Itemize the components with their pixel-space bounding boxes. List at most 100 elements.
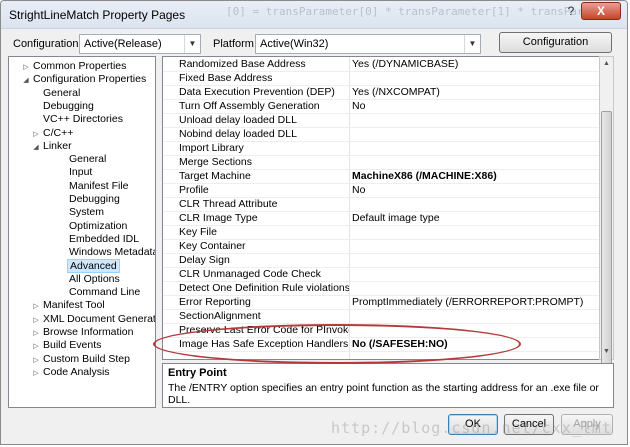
- tree-item-label: Linker: [43, 139, 72, 152]
- tree-item[interactable]: General: [31, 87, 82, 100]
- property-row[interactable]: CLR Unmanaged Code Check: [163, 268, 614, 282]
- property-name: Data Execution Prevention (DEP): [179, 86, 335, 98]
- property-row[interactable]: Image Has Safe Exception Handlers No (/SA…: [163, 338, 614, 352]
- tree-item[interactable]: ▷ Code Analysis: [31, 366, 112, 379]
- tree-item-label: Command Line: [69, 286, 141, 299]
- tree-item[interactable]: Optimization: [57, 220, 129, 233]
- collapsed-arrow-icon[interactable]: ▷: [21, 61, 31, 74]
- property-row[interactable]: CLR Image Type Default image type: [163, 212, 614, 226]
- collapsed-arrow-icon[interactable]: ▷: [31, 340, 41, 353]
- property-value[interactable]: No (/SAFESEH:NO): [352, 338, 448, 352]
- tree-item[interactable]: Embedded IDL: [57, 233, 141, 246]
- property-name: Detect One Definition Rule violations: [179, 282, 349, 294]
- property-row[interactable]: Detect One Definition Rule violations: [163, 282, 614, 296]
- property-row[interactable]: Profile No: [163, 184, 614, 198]
- tree-item[interactable]: All Options: [57, 273, 122, 286]
- platform-dropdown[interactable]: Active(Win32) ▼: [255, 34, 481, 54]
- property-row[interactable]: Error Reporting PromptImmediately (/ERROR…: [163, 296, 614, 310]
- tree-item[interactable]: VC++ Directories: [31, 113, 125, 126]
- tree-item-label: Debugging: [69, 193, 120, 205]
- property-name: SectionAlignment: [179, 310, 261, 322]
- tree-item[interactable]: ▷ Custom Build Step: [31, 353, 132, 366]
- tree-item-label: General: [69, 153, 107, 166]
- tree-item[interactable]: Input: [57, 166, 94, 179]
- property-value[interactable]: Yes (/DYNAMICBASE): [352, 58, 458, 72]
- property-row[interactable]: Import Library: [163, 142, 614, 156]
- property-tree[interactable]: ▷ Common Properties ◢ Configuration Propert…: [8, 56, 156, 408]
- help-button[interactable]: ?: [563, 4, 579, 20]
- tree-item[interactable]: ◢ Configuration Properties: [21, 73, 148, 86]
- tree-item[interactable]: Debugging: [57, 193, 122, 206]
- tree-item[interactable]: ▷ Browse Information: [31, 326, 135, 339]
- tree-item[interactable]: ▷ Common Properties: [21, 60, 128, 73]
- expanded-arrow-icon[interactable]: ◢: [21, 74, 31, 87]
- collapsed-arrow-icon[interactable]: ▷: [31, 314, 41, 327]
- tree-item[interactable]: Manifest File: [57, 180, 131, 193]
- property-pages-window: StrightLineMatch Property Pages [0] = tr…: [0, 0, 628, 445]
- tree-item[interactable]: ▷ C/C++: [31, 127, 75, 140]
- property-value[interactable]: Default image type: [352, 212, 440, 226]
- configuration-toolbar: Configuration: Active(Release) ▼ Platfor…: [1, 32, 627, 67]
- scroll-up-icon[interactable]: ▲: [600, 57, 613, 71]
- property-row[interactable]: Delay Sign: [163, 254, 614, 268]
- property-row[interactable]: Fixed Base Address: [163, 72, 614, 86]
- configuration-dropdown[interactable]: Active(Release) ▼: [79, 34, 201, 54]
- tree-item[interactable]: Windows Metadata: [57, 246, 155, 259]
- tree-item[interactable]: Debugging: [31, 100, 96, 113]
- property-row[interactable]: Nobind delay loaded DLL: [163, 128, 614, 142]
- description-title: Entry Point: [168, 367, 227, 379]
- tree-item[interactable]: System: [57, 206, 106, 219]
- tree-item[interactable]: General: [57, 153, 108, 166]
- tree-item[interactable]: ◢ Linker: [31, 140, 74, 153]
- property-value[interactable]: PromptImmediately (/ERRORREPORT:PROMPT): [352, 296, 583, 310]
- tree-item[interactable]: ▷ Manifest Tool: [31, 299, 107, 312]
- background-code-text: [0] = transParameter[0] * transParameter…: [226, 5, 604, 18]
- property-row[interactable]: Key Container: [163, 240, 614, 254]
- property-grid[interactable]: Randomized Base Address Yes (/DYNAMICBASE…: [162, 56, 614, 360]
- property-name: CLR Image Type: [179, 212, 258, 224]
- tree-item[interactable]: Command Line: [57, 286, 142, 299]
- property-row[interactable]: SectionAlignment: [163, 310, 614, 324]
- collapsed-arrow-icon[interactable]: ▷: [31, 300, 41, 313]
- tree-item-label: General: [43, 86, 81, 99]
- property-name: Key File: [179, 226, 217, 238]
- collapsed-arrow-icon[interactable]: ▷: [31, 354, 41, 367]
- collapsed-arrow-icon[interactable]: ▷: [31, 367, 41, 380]
- property-value[interactable]: No: [352, 100, 365, 114]
- close-button[interactable]: X: [581, 2, 621, 20]
- property-name: Target Machine: [179, 170, 251, 182]
- chevron-down-icon: ▼: [184, 35, 200, 53]
- collapsed-arrow-icon[interactable]: ▷: [31, 128, 41, 141]
- property-row[interactable]: Data Execution Prevention (DEP) Yes (/NXC…: [163, 86, 614, 100]
- configuration-manager-button[interactable]: Configuration Manager...: [499, 32, 612, 67]
- property-row[interactable]: Target Machine MachineX86 (/MACHINE:X86): [163, 170, 614, 184]
- property-name: Nobind delay loaded DLL: [179, 128, 297, 140]
- tree-item[interactable]: ▷ XML Document Generator: [31, 312, 156, 327]
- tree-item[interactable]: Advanced: [57, 258, 120, 273]
- property-row[interactable]: Key File: [163, 226, 614, 240]
- property-row[interactable]: CLR Thread Attribute: [163, 198, 614, 212]
- scrollbar-thumb[interactable]: [601, 111, 612, 403]
- tree-item-label: C/C++: [43, 126, 74, 139]
- tree-item-label: Embedded IDL: [69, 232, 140, 245]
- property-value[interactable]: No: [352, 184, 365, 198]
- property-name: Error Reporting: [179, 296, 251, 308]
- property-row[interactable]: Preserve Last Error Code for PInvoke Cal…: [163, 324, 614, 338]
- property-row[interactable]: Randomized Base Address Yes (/DYNAMICBASE…: [163, 58, 614, 72]
- collapsed-arrow-icon[interactable]: ▷: [31, 327, 41, 340]
- property-row[interactable]: Unload delay loaded DLL: [163, 114, 614, 128]
- property-row[interactable]: Turn Off Assembly Generation No: [163, 100, 614, 114]
- grid-vertical-scrollbar[interactable]: ▲ ▼: [599, 56, 614, 403]
- tree-item-label: VC++ Directories: [43, 113, 123, 126]
- expanded-arrow-icon[interactable]: ◢: [31, 141, 41, 154]
- property-value[interactable]: Yes (/NXCOMPAT): [352, 86, 440, 100]
- tree-item[interactable]: ▷ Build Events: [31, 339, 103, 352]
- tree-item-label: XML Document Generator: [43, 312, 156, 325]
- tree-item-label: Input: [69, 166, 93, 179]
- configuration-label: Configuration:: [13, 38, 82, 50]
- property-value[interactable]: MachineX86 (/MACHINE:X86): [352, 170, 497, 184]
- scroll-down-icon[interactable]: ▼: [600, 345, 613, 359]
- tree-item-label: Optimization: [69, 219, 128, 232]
- property-row[interactable]: Merge Sections: [163, 156, 614, 170]
- property-name: Turn Off Assembly Generation: [179, 100, 320, 112]
